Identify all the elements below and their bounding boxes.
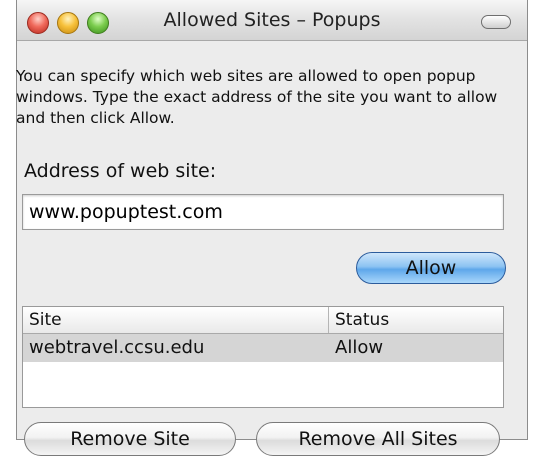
status-cell: Allow bbox=[335, 337, 384, 358]
table-row[interactable]: webtravel.ccsu.edu Allow bbox=[23, 334, 503, 362]
description-text: You can specify which web sites are allo… bbox=[16, 67, 498, 127]
title-bar[interactable]: Allowed Sites – Popups bbox=[17, 0, 527, 41]
site-cell: webtravel.ccsu.edu bbox=[29, 337, 205, 358]
remove-all-sites-button[interactable]: Remove All Sites bbox=[256, 422, 500, 456]
sites-table[interactable]: Site Status webtravel.ccsu.edu Allow bbox=[22, 306, 504, 408]
address-label: Address of web site: bbox=[24, 160, 217, 182]
toolbar-toggle-icon[interactable] bbox=[481, 15, 511, 29]
window-title: Allowed Sites – Popups bbox=[163, 9, 381, 31]
address-input[interactable] bbox=[22, 194, 504, 230]
column-header-status[interactable]: Status bbox=[329, 307, 503, 333]
column-header-site[interactable]: Site bbox=[23, 307, 329, 333]
table-header: Site Status bbox=[23, 307, 503, 334]
allow-button[interactable]: Allow bbox=[356, 252, 506, 284]
remove-site-button[interactable]: Remove Site bbox=[24, 422, 236, 456]
